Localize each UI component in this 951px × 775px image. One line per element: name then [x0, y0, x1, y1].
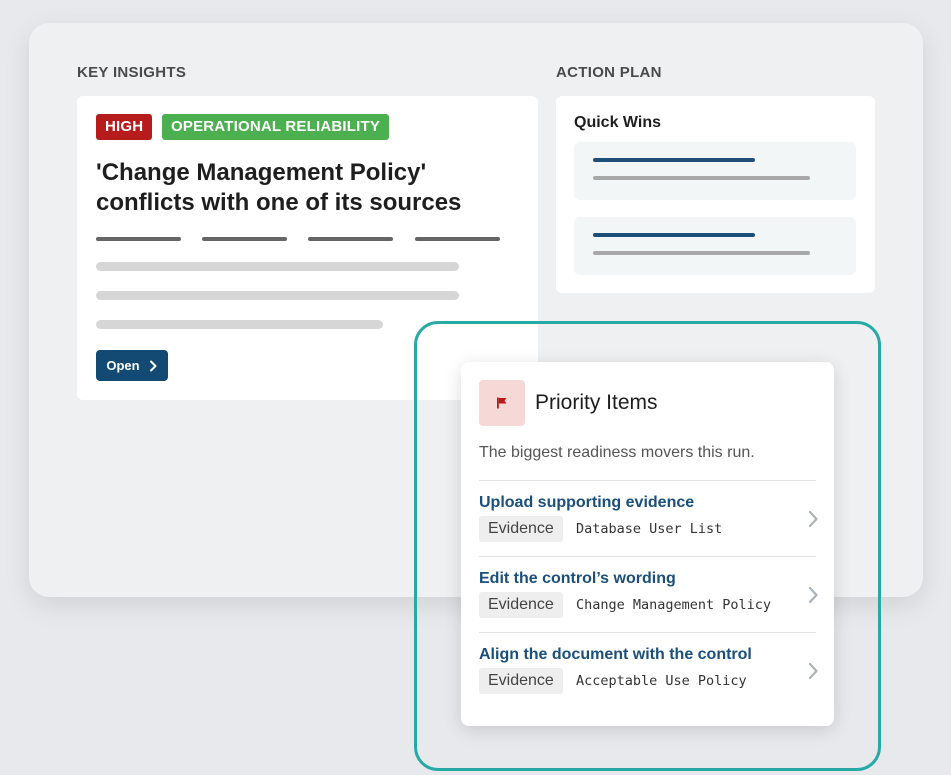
placeholder-dash	[202, 237, 287, 241]
insight-title: 'Change Management Policy' conflicts wit…	[96, 159, 462, 216]
action-plan-card: Quick Wins	[556, 96, 875, 293]
flag-icon	[497, 397, 507, 409]
key-insights-heading: KEY INSIGHTS	[77, 64, 187, 81]
quick-win-item[interactable]	[574, 217, 856, 275]
evidence-tag: Evidence	[479, 592, 563, 618]
open-button[interactable]: Open	[96, 350, 168, 381]
document-name: Acceptable Use Policy	[576, 673, 747, 689]
chevron-right-icon	[808, 662, 818, 680]
document-name: Change Management Policy	[576, 597, 772, 613]
priority-items-card: Priority Items The biggest readiness mov…	[461, 362, 834, 726]
priority-item-title: Align the document with the control	[479, 646, 752, 663]
evidence-tag: Evidence	[479, 516, 563, 542]
placeholder-title-line	[593, 233, 755, 237]
priority-items-subtitle: The biggest readiness movers this run.	[479, 444, 755, 461]
priority-item-title: Upload supporting evidence	[479, 494, 695, 511]
priority-items-title: Priority Items	[535, 391, 658, 414]
evidence-tag: Evidence	[479, 668, 563, 694]
placeholder-dash	[96, 237, 181, 241]
chevron-right-icon	[149, 360, 157, 371]
placeholder-text-line	[96, 320, 383, 329]
priority-item[interactable]: Edit the control’s wording Evidence Chan…	[479, 556, 818, 633]
placeholder-dash	[415, 237, 500, 241]
severity-badge: HIGH	[96, 114, 153, 140]
document-name: Database User List	[576, 521, 723, 537]
open-button-label: Open	[106, 358, 140, 373]
placeholder-text-line	[96, 262, 459, 271]
quick-win-item[interactable]	[574, 142, 856, 200]
placeholder-dash	[308, 237, 393, 241]
category-badge: OPERATIONAL RELIABILITY	[162, 114, 390, 140]
priority-item[interactable]: Upload supporting evidence Evidence Data…	[479, 480, 818, 557]
quick-wins-title: Quick Wins	[574, 114, 661, 131]
chevron-right-icon	[808, 586, 818, 604]
placeholder-title-line	[593, 158, 755, 162]
chevron-right-icon	[808, 510, 818, 528]
priority-item-title: Edit the control’s wording	[479, 570, 676, 587]
priority-item[interactable]: Align the document with the control Evid…	[479, 632, 818, 709]
flag-tile	[479, 380, 525, 426]
action-plan-heading: ACTION PLAN	[556, 64, 662, 81]
placeholder-text-line	[593, 176, 810, 180]
placeholder-text-line	[96, 291, 459, 300]
placeholder-text-line	[593, 251, 810, 255]
